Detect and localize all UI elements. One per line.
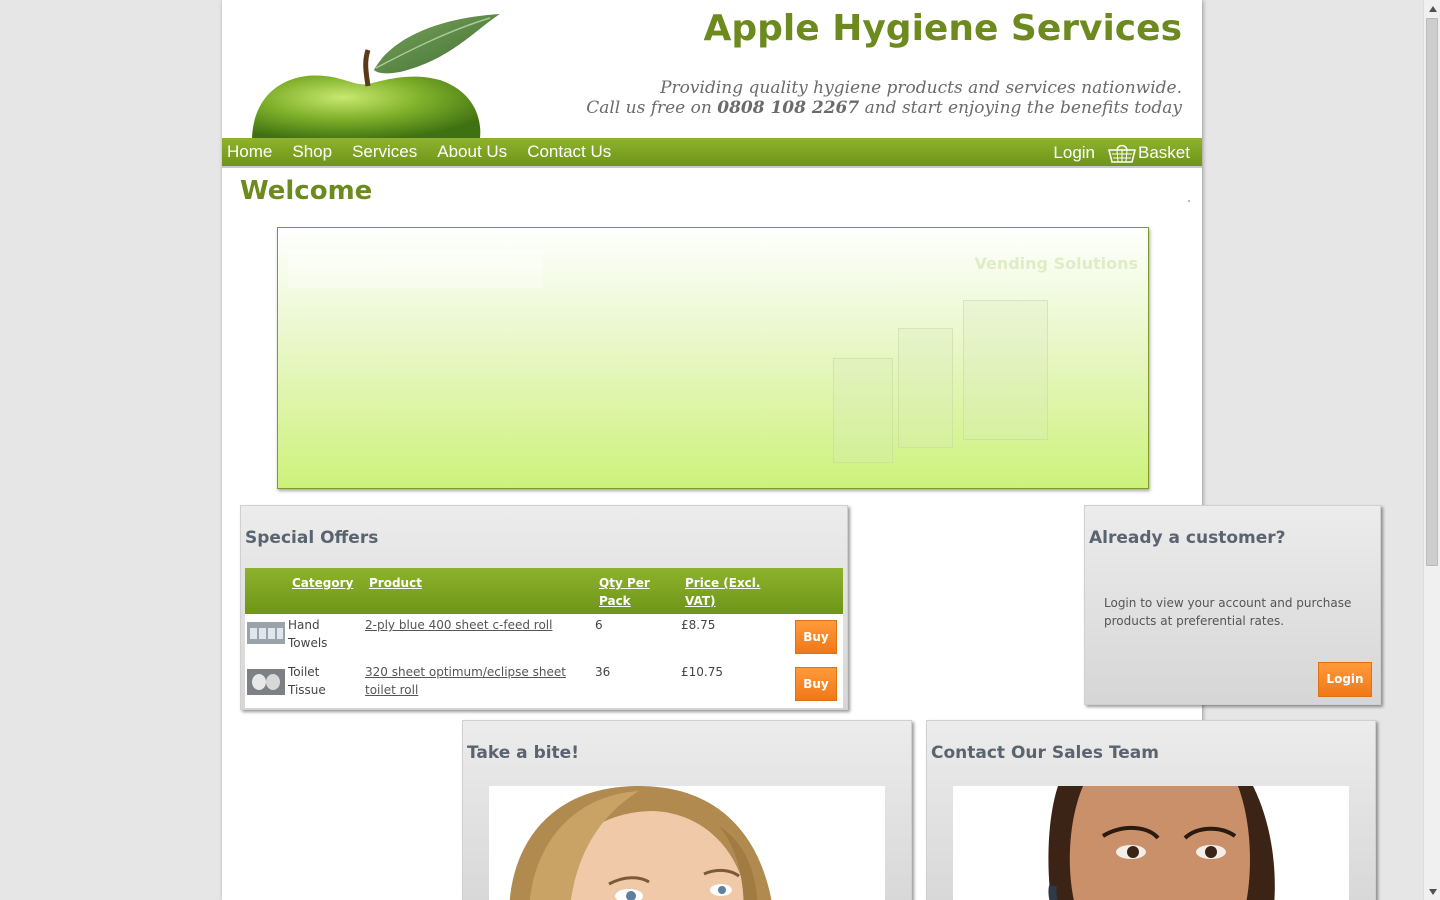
login-button[interactable]: Login [1318,662,1372,697]
arrow-down-icon [1428,888,1437,895]
vending-machine-image [898,328,953,448]
phone-number: 0808 108 2267 [717,98,860,118]
column-header-product[interactable]: Product [369,574,422,592]
customer-panel-title: Already a customer? [1089,528,1286,548]
toilet-tissue-thumbnail[interactable] [247,669,285,695]
scroll-down-button[interactable] [1424,883,1440,900]
promo-banner[interactable]: Vending Solutions [277,227,1149,489]
take-a-bite-panel: Take a bite! [462,720,912,900]
column-header-category[interactable]: Category [292,574,353,592]
customer-panel-text: Login to view your account and purchase … [1104,596,1352,628]
nav-services[interactable]: Services [347,138,422,168]
column-header-price[interactable]: Price (Excl. VAT) [685,574,777,610]
vertical-scrollbar[interactable] [1423,0,1440,900]
banner-heading: Vending Solutions [974,254,1138,273]
woman-face-image [489,786,885,900]
banner-caption-bar [288,250,543,288]
nav-shop[interactable]: Shop [287,138,337,168]
tagline-post: and start enjoying the benefits today [859,98,1182,118]
row-category: Toilet Tissue [288,665,326,697]
basket-icon [1108,144,1137,163]
agent-face-image [953,786,1349,900]
tagline-pre: Call us free on [586,98,718,118]
contact-sales-panel: Contact Our Sales Team [926,720,1376,900]
smiling-woman-photo[interactable] [489,786,885,900]
special-offers-panel: Special Offers Category Product Qty Per … [240,505,848,710]
page-title: Welcome [240,176,373,206]
site-title: Apple Hygiene Services [703,8,1182,49]
scroll-up-button[interactable] [1424,0,1440,17]
tagline-line-2: Call us free on 0808 108 2267 and start … [586,98,1182,118]
divider-dot [1188,200,1190,202]
special-offers-title: Special Offers [245,528,379,548]
row-category: Hand Towels [288,618,328,650]
tagline: Providing quality hygiene products and s… [586,78,1182,118]
nav-account: Login Basket [1048,138,1190,168]
row-qty: 36 [595,665,611,679]
vending-machine-image [963,300,1048,440]
row-product-link[interactable]: 320 sheet optimum/eclipse sheet toilet r… [365,663,585,699]
customer-login-panel: Already a customer? Login to view your a… [1084,505,1381,705]
column-header-qty[interactable]: Qty Per Pack [599,574,669,610]
apple-logo[interactable] [250,10,510,140]
tagline-line-1: Providing quality hygiene products and s… [660,78,1182,98]
offers-table-header: Category Product Qty Per Pack Price (Exc… [245,568,843,614]
row-price: £10.75 [681,665,723,679]
arrow-up-icon [1428,5,1437,12]
row-qty: 6 [595,618,603,632]
basket-label: Basket [1138,143,1190,162]
nav-about-us[interactable]: About Us [432,138,512,168]
nav-contact-us[interactable]: Contact Us [522,138,616,168]
buy-button[interactable]: Buy [795,667,837,701]
contact-sales-title: Contact Our Sales Team [931,743,1159,763]
vending-machine-image [833,358,893,463]
row-product-link[interactable]: 2-ply blue 400 sheet c-feed roll [365,616,585,634]
hand-towels-thumbnail[interactable] [247,622,285,644]
table-row: Hand Towels 2-ply blue 400 sheet c-feed … [245,614,843,661]
basket-link[interactable]: Basket [1108,142,1190,164]
scrollbar-thumb[interactable] [1426,18,1438,566]
nav-home[interactable]: Home [222,138,277,168]
main-nav: Home Shop Services About Us Contact Us L… [222,138,1202,168]
sales-agent-photo[interactable] [953,786,1349,900]
row-price: £8.75 [681,618,716,632]
nav-login[interactable]: Login [1048,139,1100,167]
nav-links: Home Shop Services About Us Contact Us [222,138,626,168]
page: Apple Hygiene Services Providing quality… [222,0,1381,900]
buy-button[interactable]: Buy [795,620,837,654]
offers-table: Category Product Qty Per Pack Price (Exc… [245,568,843,708]
table-row: Toilet Tissue 320 sheet optimum/eclipse … [245,661,843,708]
take-a-bite-title: Take a bite! [467,743,579,763]
